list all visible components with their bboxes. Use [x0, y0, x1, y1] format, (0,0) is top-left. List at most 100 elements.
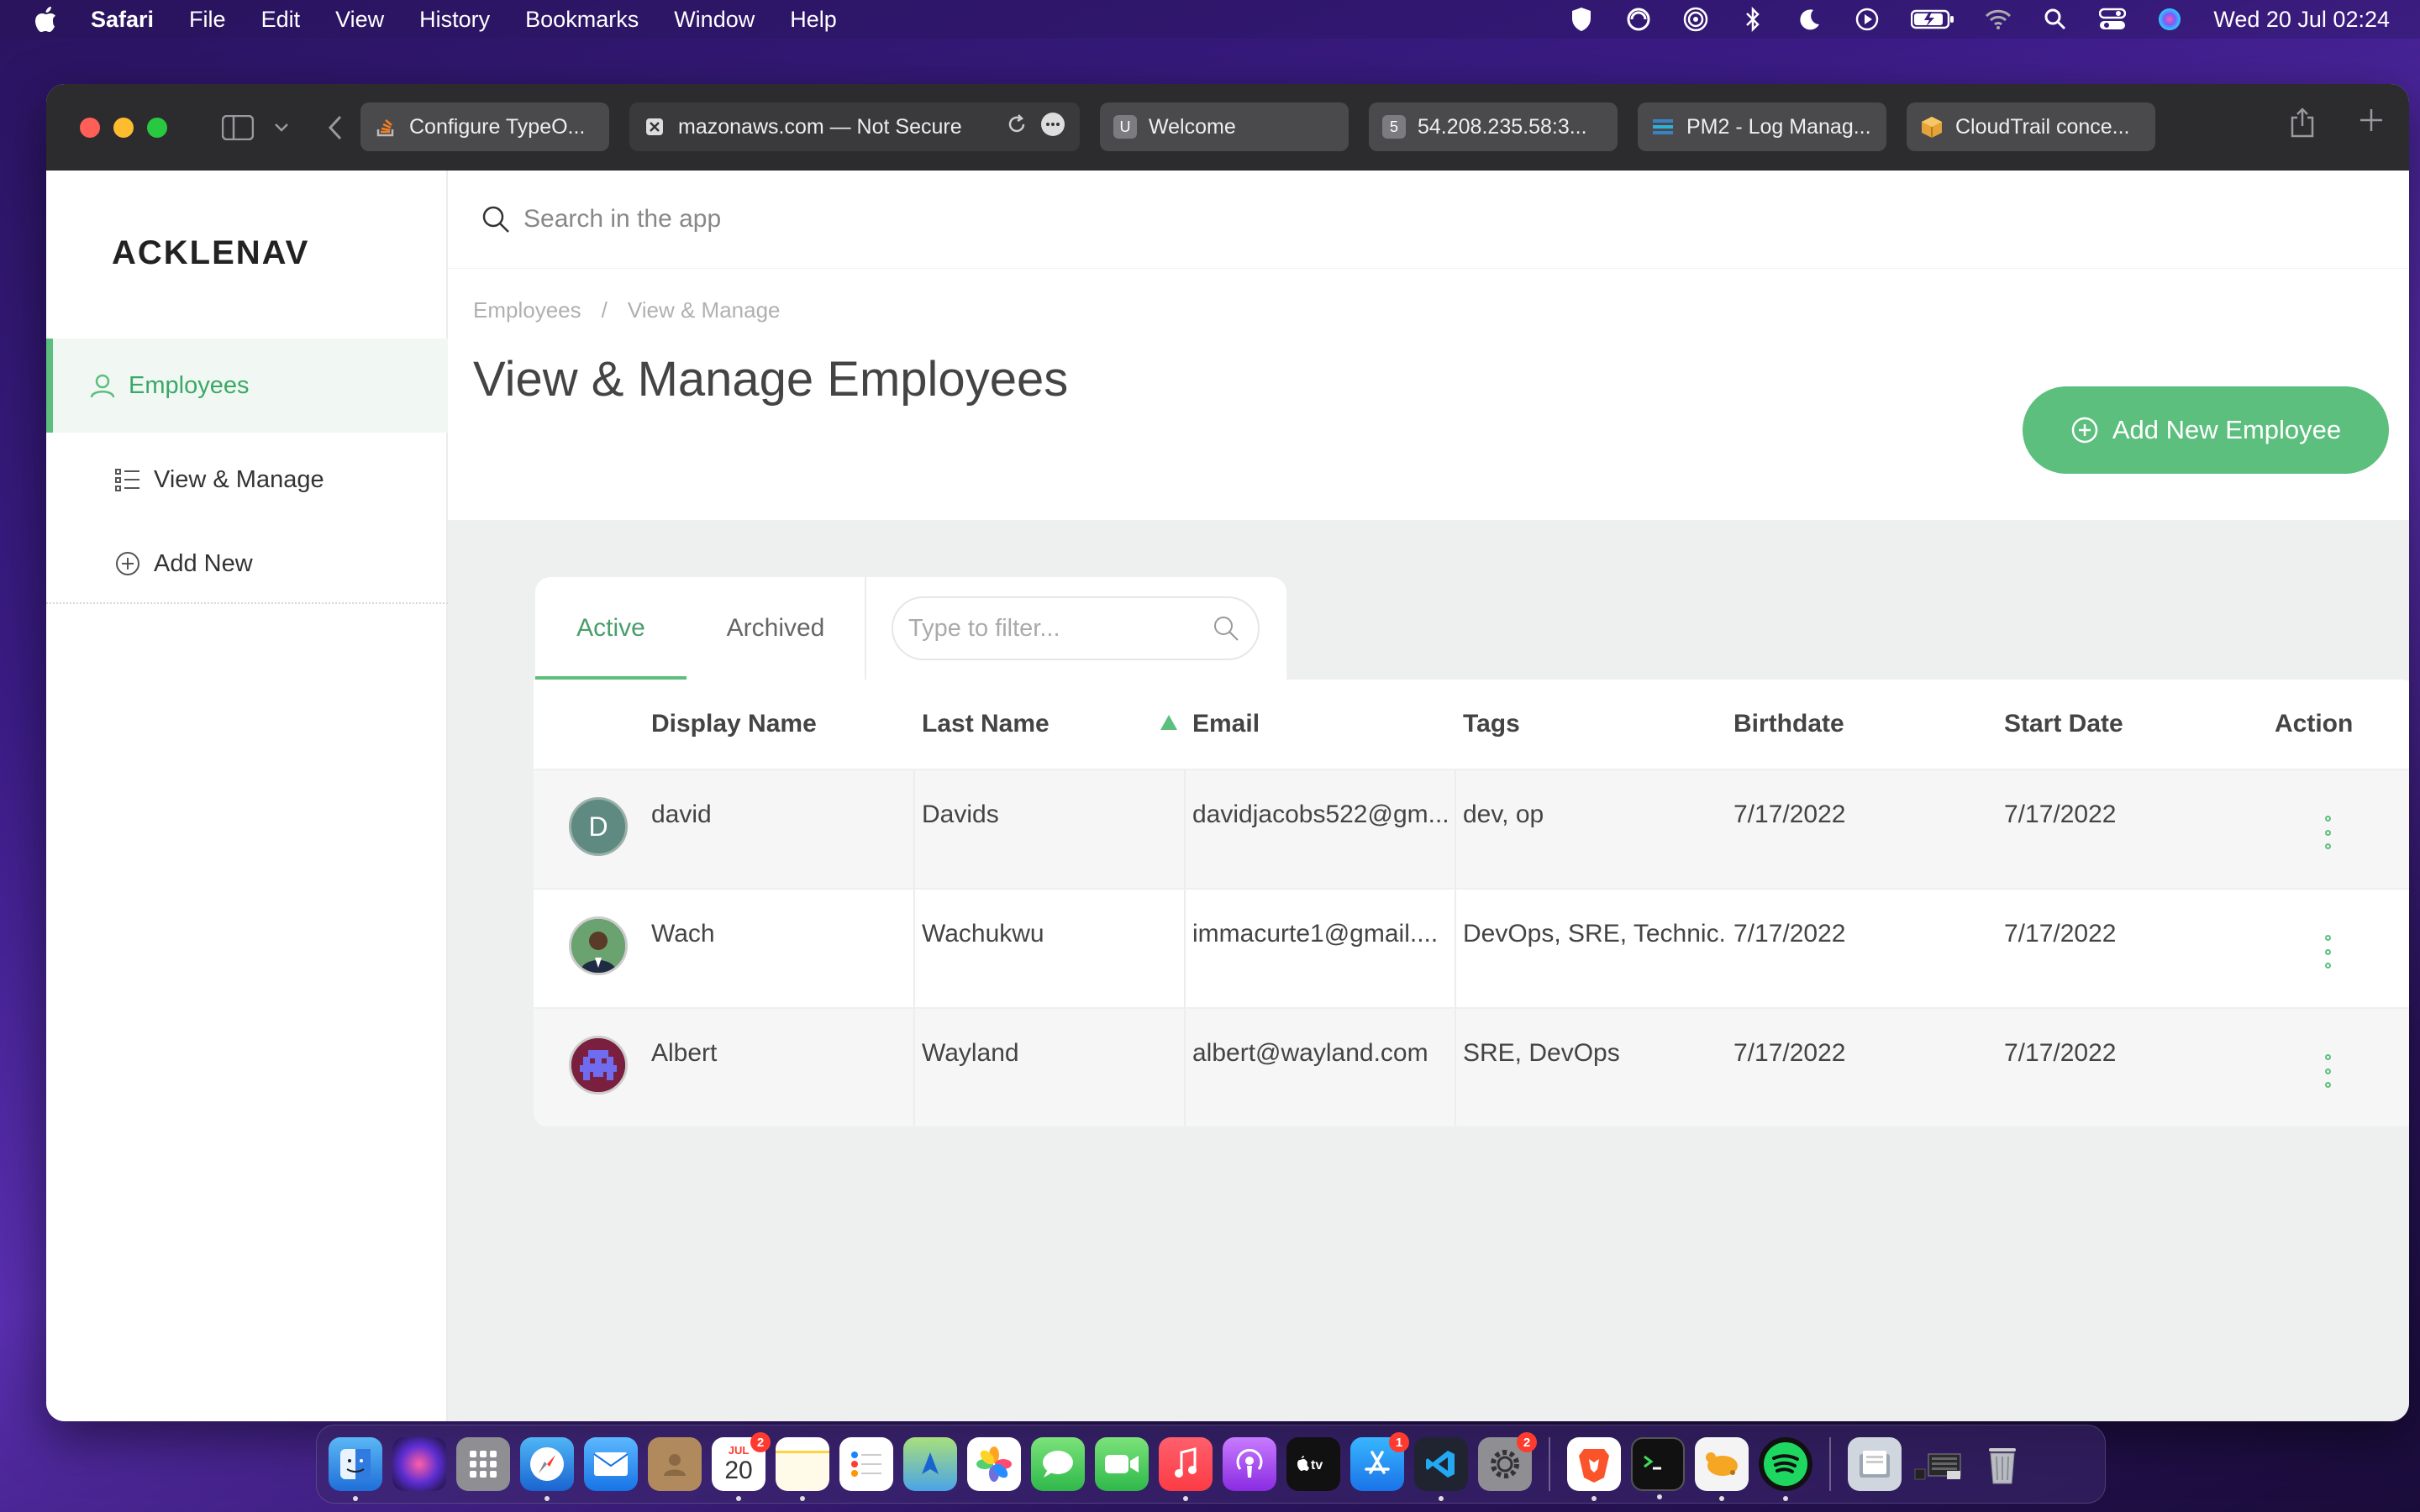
column-email[interactable]: Email — [1192, 680, 1260, 769]
browser-tab-cloudtrail[interactable]: CloudTrail conce... — [1907, 102, 2155, 151]
running-indicator — [736, 1496, 741, 1501]
shield-icon[interactable] — [1568, 6, 1595, 33]
app-store-icon[interactable]: 1 — [1350, 1432, 1409, 1491]
search-icon[interactable] — [1209, 612, 1243, 645]
cell-email: davidjacobs522@gm... — [1192, 801, 1449, 828]
minimize-window-button[interactable] — [113, 117, 134, 138]
app-logo[interactable]: ACKLENAV — [112, 234, 309, 272]
tab-active[interactable]: Active — [535, 577, 687, 680]
notes-icon[interactable] — [776, 1437, 829, 1501]
cell-display-name: Albert — [651, 1039, 718, 1067]
browser-tab-pm2[interactable]: PM2 - Log Manag... — [1638, 102, 1886, 151]
more-icon[interactable] — [1039, 111, 1066, 144]
facetime-icon[interactable] — [1095, 1437, 1149, 1491]
menu-file[interactable]: File — [189, 7, 226, 33]
share-icon[interactable] — [2290, 108, 2315, 142]
battery-icon[interactable] — [1911, 6, 1954, 33]
play-icon[interactable] — [1854, 6, 1881, 33]
add-new-employee-button[interactable]: Add New Employee — [2023, 386, 2389, 474]
photos-icon[interactable] — [967, 1437, 1021, 1491]
menu-history[interactable]: History — [419, 7, 490, 33]
calendar-icon[interactable]: JUL 20 2 — [712, 1432, 771, 1501]
menu-help[interactable]: Help — [790, 7, 837, 33]
moon-icon[interactable] — [1797, 6, 1823, 33]
page-header: Employees / View & Manage View & Manage … — [448, 268, 2409, 520]
chevron-down-icon[interactable] — [263, 109, 300, 146]
sidebar-item-view-manage[interactable]: View & Manage — [46, 438, 448, 522]
menu-clock[interactable]: Wed 20 Jul 02:24 — [2213, 7, 2390, 33]
column-display-name[interactable]: Display Name — [651, 680, 817, 769]
siri-app-icon[interactable] — [392, 1437, 446, 1491]
breadcrumb-employees[interactable]: Employees — [473, 297, 581, 323]
messages-icon[interactable] — [1031, 1437, 1085, 1491]
filter-input[interactable] — [908, 614, 1194, 643]
finder-icon[interactable] — [329, 1437, 382, 1501]
row-actions-menu-icon[interactable] — [2315, 935, 2340, 969]
siri-icon[interactable] — [2156, 6, 2183, 33]
airdrop-icon[interactable] — [1682, 6, 1709, 33]
menu-bookmarks[interactable]: Bookmarks — [525, 7, 639, 33]
avatar — [569, 916, 628, 975]
focus-icon[interactable] — [1625, 6, 1652, 33]
column-start-date[interactable]: Start Date — [2004, 680, 2123, 769]
system-settings-icon[interactable]: 2 — [1478, 1432, 1537, 1491]
sidebar-toggle-icon[interactable] — [219, 109, 256, 146]
column-birthdate[interactable]: Birthdate — [1733, 680, 1844, 769]
browser-tab-ip[interactable]: 5 54.208.235.58:3... — [1369, 102, 1618, 151]
tab-divider — [865, 577, 866, 680]
brave-icon[interactable] — [1567, 1437, 1621, 1501]
close-window-button[interactable] — [80, 117, 100, 138]
sidebar-item-employees[interactable]: Employees — [46, 339, 448, 433]
reminders-icon[interactable] — [839, 1437, 893, 1491]
music-icon[interactable] — [1159, 1437, 1213, 1501]
close-tab-icon[interactable] — [643, 115, 666, 139]
column-last-name[interactable]: Last Name — [922, 680, 1050, 769]
sidebar-item-add-new[interactable]: Add New — [46, 522, 448, 606]
app-search-input[interactable] — [523, 205, 1280, 234]
bluetooth-icon[interactable] — [1739, 6, 1766, 33]
apple-tv-icon[interactable]: tv — [1286, 1437, 1340, 1491]
table-row[interactable]: Wach Wachukwu immacurte1@gmail.... DevOp… — [534, 888, 2409, 1009]
cell-divider — [913, 890, 915, 1009]
tab-archived[interactable]: Archived — [687, 577, 865, 680]
new-tab-icon[interactable] — [2359, 108, 2384, 142]
row-actions-menu-icon[interactable] — [2315, 1054, 2340, 1088]
cell-last-name: Davids — [922, 801, 999, 828]
row-actions-menu-icon[interactable] — [2315, 816, 2340, 849]
contacts-icon[interactable] — [648, 1437, 702, 1491]
menu-window[interactable]: Window — [674, 7, 755, 33]
table-row[interactable]: D david Davids davidjacobs522@gm... dev,… — [534, 769, 2409, 890]
browser-tab-welcome[interactable]: U Welcome — [1100, 102, 1349, 151]
menu-view[interactable]: View — [335, 7, 384, 33]
browser-tab-current[interactable]: mazonaws.com — Not Secure — [629, 102, 1080, 151]
running-indicator — [1719, 1496, 1724, 1501]
wifi-icon[interactable] — [1985, 6, 2012, 33]
screenshot-stack-icon[interactable] — [1912, 1437, 1965, 1491]
mail-icon[interactable] — [584, 1437, 638, 1491]
downloads-folder-icon[interactable] — [1848, 1437, 1902, 1491]
spotlight-search-icon[interactable] — [2042, 6, 2069, 33]
back-icon[interactable] — [317, 109, 354, 146]
reload-icon[interactable] — [1006, 113, 1028, 141]
breadcrumb-view-manage: View & Manage — [627, 297, 781, 323]
launchpad-icon[interactable] — [456, 1437, 510, 1491]
table-header: Display Name Last Name Email Tags Birthd… — [534, 680, 2409, 769]
browser-tab-configure[interactable]: Configure TypeO... — [360, 102, 609, 151]
trash-icon[interactable] — [1975, 1437, 2029, 1491]
safari-icon[interactable] — [520, 1437, 574, 1501]
sort-ascending-icon[interactable] — [1159, 713, 1179, 732]
apple-icon[interactable] — [32, 5, 60, 34]
menu-edit[interactable]: Edit — [261, 7, 301, 33]
control-center-icon[interactable] — [2099, 6, 2127, 33]
zoom-window-button[interactable] — [147, 117, 167, 138]
terminal-icon[interactable] — [1631, 1437, 1685, 1499]
breadcrumb-separator: / — [601, 297, 608, 323]
tableplus-icon[interactable] — [1695, 1437, 1749, 1501]
column-tags[interactable]: Tags — [1463, 680, 1520, 769]
menu-app-name[interactable]: Safari — [91, 7, 154, 33]
vscode-icon[interactable] — [1414, 1437, 1468, 1501]
podcasts-icon[interactable] — [1223, 1437, 1276, 1491]
spotify-icon[interactable] — [1759, 1437, 1812, 1501]
maps-icon[interactable] — [903, 1437, 957, 1491]
table-row[interactable]: Albert Wayland albert@wayland.com SRE, D… — [534, 1007, 2409, 1126]
